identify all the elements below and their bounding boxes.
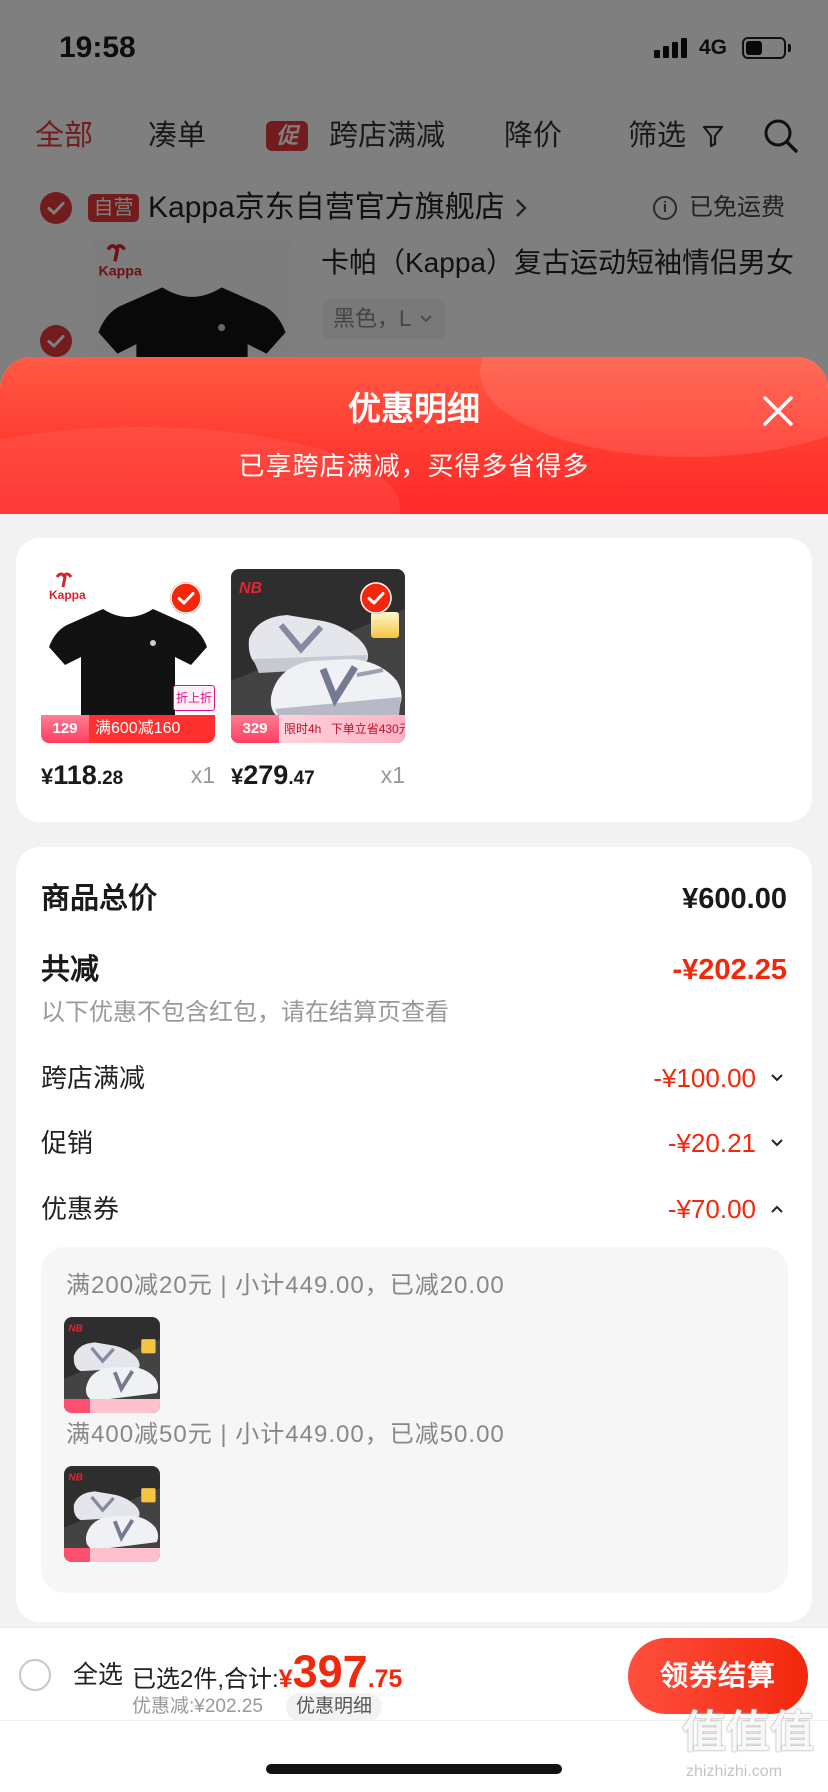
currency-symbol: ¥ bbox=[231, 764, 244, 789]
discount-label: 共减 bbox=[41, 954, 100, 986]
currency-symbol: ¥ bbox=[41, 764, 54, 789]
sheet-title: 优惠明细 bbox=[348, 390, 480, 427]
total-label: 商品总价 bbox=[41, 883, 158, 915]
coupon-label: 优惠券 bbox=[41, 1194, 120, 1224]
price-integer: 279 bbox=[243, 760, 289, 790]
promo-price: 329 bbox=[231, 715, 279, 743]
close-icon[interactable] bbox=[760, 393, 796, 429]
total-value: ¥600.00 bbox=[682, 883, 787, 915]
promotion-label: 促销 bbox=[41, 1128, 94, 1158]
item-image[interactable]: Kappa 折上折 129 满600减160 bbox=[41, 569, 215, 743]
discount-detail-sheet: 优惠明细 已享跨店满减，买得多省得多 Kappa 折上折 129 满600减16… bbox=[0, 357, 828, 1792]
price-tag-badge bbox=[371, 612, 399, 638]
promo-strip: 329 限时4h 下单立省430元 bbox=[231, 715, 405, 743]
price-decimal: .28 bbox=[96, 768, 124, 789]
nb-logo: NB bbox=[68, 1323, 82, 1334]
saved-amount: 优惠减:¥202.25 bbox=[132, 1696, 263, 1717]
chevron-up-icon[interactable] bbox=[770, 1204, 784, 1214]
sheet-subtitle: 已享跨店满减，买得多省得多 bbox=[238, 451, 590, 481]
check-icon[interactable] bbox=[360, 582, 392, 614]
promo-strip bbox=[64, 1548, 160, 1562]
kappa-logo: Kappa bbox=[49, 588, 86, 602]
coupon-product-thumb[interactable]: NB bbox=[64, 1466, 160, 1562]
promo-strip: 129 满600减160 bbox=[41, 715, 215, 743]
check-icon[interactable] bbox=[170, 582, 202, 614]
chevron-down-icon[interactable] bbox=[770, 1073, 784, 1083]
promo-text: 限时4h 下单立省430元 bbox=[279, 715, 405, 743]
items-card: Kappa 折上折 129 满600减160 ¥ 118 .28 x1 NB 3… bbox=[16, 538, 812, 822]
promo-time-limit: 限时4h bbox=[284, 722, 322, 736]
item-image[interactable]: NB 329 限时4h 下单立省430元 bbox=[231, 569, 405, 743]
summary-card: 商品总价 ¥600.00 共减 -¥202.25 以下优惠不包含红包，请在结算页… bbox=[16, 847, 812, 1622]
coupon-value[interactable]: -¥70.00 bbox=[668, 1189, 756, 1229]
price-decimal: .47 bbox=[288, 768, 315, 789]
nb-logo: NB bbox=[239, 580, 262, 597]
watermark-logo: 值值值 bbox=[682, 1708, 814, 1757]
item-newbalance[interactable]: NB 329 限时4h 下单立省430元 ¥ 279 .47 x1 bbox=[231, 569, 405, 799]
watermark-site: zhizhizhi.com bbox=[686, 1763, 783, 1780]
home-indicator[interactable] bbox=[266, 1764, 562, 1774]
promo-tag: 折上折 bbox=[173, 685, 215, 711]
promo-price: 129 bbox=[41, 715, 89, 743]
item-quantity: x1 bbox=[190, 762, 215, 788]
promotion-value[interactable]: -¥20.21 bbox=[668, 1123, 756, 1163]
coupon-detail-box: 满200减20元 | 小计449.00，已减20.00 NB 满400减50元 … bbox=[41, 1247, 788, 1593]
chevron-down-icon[interactable] bbox=[770, 1138, 784, 1148]
item-price: ¥ 118 .28 bbox=[41, 757, 123, 793]
coupon-item: 满400减50元 | 小计449.00，已减50.00 bbox=[66, 1421, 505, 1448]
promo-text: 满600减160 bbox=[89, 715, 215, 743]
select-all-checkbox[interactable] bbox=[19, 1659, 51, 1691]
checkout-button[interactable]: 领券结算 bbox=[628, 1638, 808, 1714]
nb-logo: NB bbox=[68, 1472, 82, 1483]
coupon-item: 满200减20元 | 小计449.00，已减20.00 bbox=[66, 1272, 505, 1299]
cross-store-label: 跨店满减 bbox=[41, 1063, 146, 1093]
promo-saving: 下单立省430元 bbox=[330, 722, 405, 736]
discount-value: -¥202.25 bbox=[672, 954, 788, 986]
item-kappa[interactable]: Kappa 折上折 129 满600减160 ¥ 118 .28 x1 bbox=[41, 569, 215, 799]
coupon-product-thumb[interactable]: NB bbox=[64, 1317, 160, 1413]
price-integer: 118 bbox=[53, 760, 97, 790]
discount-detail-link[interactable]: 优惠明细 bbox=[286, 1693, 383, 1721]
discount-note: 以下优惠不包含红包，请在结算页查看 bbox=[41, 999, 449, 1026]
promo-strip bbox=[64, 1399, 160, 1413]
item-price: ¥ 279 .47 bbox=[231, 757, 315, 793]
select-all-label[interactable]: 全选 bbox=[73, 1658, 123, 1692]
sheet-header: 优惠明细 已享跨店满减，买得多省得多 bbox=[0, 357, 828, 514]
cross-store-value[interactable]: -¥100.00 bbox=[653, 1058, 756, 1098]
item-quantity: x1 bbox=[380, 762, 405, 788]
